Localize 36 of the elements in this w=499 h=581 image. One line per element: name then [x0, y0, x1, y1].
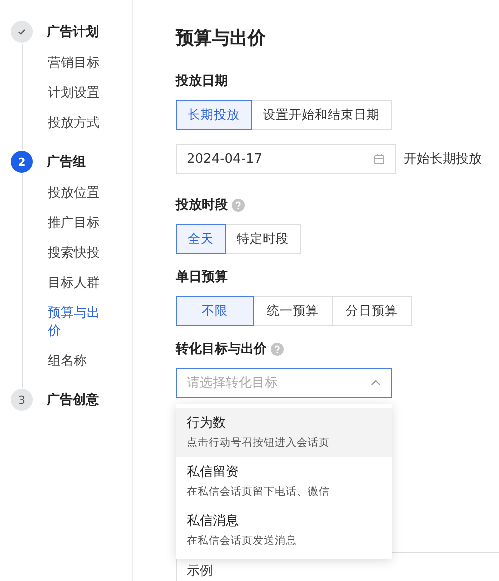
menu-option[interactable]: 私信消息 在私信会话页发送消息 — [176, 506, 392, 555]
date-field[interactable]: 2024-04-17 — [176, 144, 396, 174]
sidebar-item[interactable]: 搜索快投 — [48, 239, 104, 269]
step-number: 3 — [11, 389, 33, 411]
option-button[interactable]: 设置开始和结束日期 — [251, 100, 392, 130]
section-label: 投放时段 — [176, 197, 228, 214]
sidebar-item[interactable]: 投放方式 — [48, 109, 104, 139]
sidebar-item[interactable]: 营销目标 — [48, 49, 104, 79]
date-note: 开始长期投放 — [404, 151, 482, 168]
option-button[interactable]: 统一预算 — [253, 296, 333, 326]
step-title[interactable]: 广告组 — [47, 153, 86, 171]
section-label: 转化目标与出价 — [176, 341, 267, 358]
sidebar-item[interactable]: 预算与出价 — [48, 299, 104, 347]
sidebar-item[interactable]: 组名称 — [48, 347, 104, 377]
option-button[interactable]: 分日预算 — [332, 296, 412, 326]
option-button[interactable]: 特定时段 — [225, 224, 301, 254]
menu-option[interactable]: 私信留资 在私信会话页留下电话、微信 — [176, 457, 392, 506]
menu-option[interactable]: 行为数 点击行动号召按钮进入会话页 — [176, 408, 392, 457]
step-title[interactable]: 广告创意 — [47, 391, 99, 409]
chevron-icon — [371, 380, 381, 386]
sidebar-item[interactable]: 目标人群 — [48, 269, 104, 299]
option-button[interactable]: 长期投放 — [176, 100, 252, 130]
option-button[interactable]: 不限 — [176, 296, 254, 326]
section-label: 单日预算 — [176, 269, 229, 286]
help-icon[interactable] — [232, 198, 245, 212]
text-field[interactable]: 示例 — [176, 552, 499, 581]
calendar-icon — [374, 154, 385, 164]
page-title: 预算与出价 — [176, 27, 267, 50]
step-title[interactable]: 广告计划 — [47, 23, 99, 41]
step-number: 2 — [11, 151, 33, 173]
section-label: 投放日期 — [176, 73, 229, 90]
sidebar-item[interactable]: 推广目标 — [48, 209, 104, 239]
sidebar-item[interactable]: 计划设置 — [48, 79, 104, 109]
help-icon[interactable] — [271, 342, 284, 356]
sidebar-item[interactable]: 投放位置 — [48, 179, 104, 209]
option-button[interactable]: 全天 — [176, 224, 226, 254]
